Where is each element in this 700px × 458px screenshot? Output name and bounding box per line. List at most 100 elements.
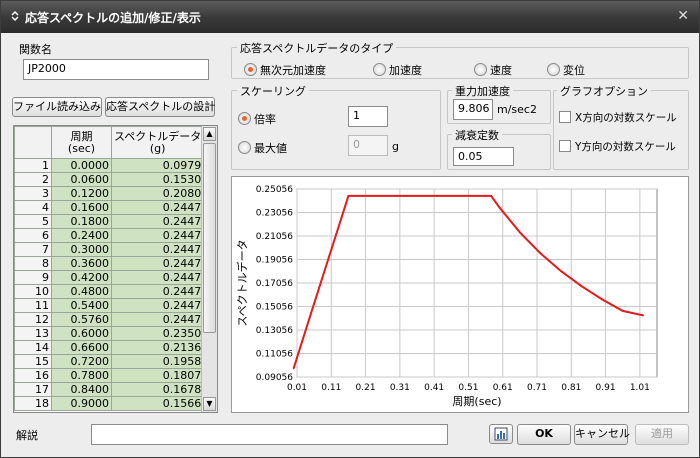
spectrum-cell[interactable]: 0.2447 bbox=[110, 214, 205, 229]
spectrum-cell[interactable]: 0.2350 bbox=[110, 326, 205, 341]
row-index-cell: 1 bbox=[14, 158, 52, 173]
period-cell[interactable]: 0.4200 bbox=[51, 270, 112, 285]
period-cell[interactable]: 0.3600 bbox=[51, 256, 112, 271]
table-row[interactable]: 7 0.3000 0.2447 bbox=[14, 242, 205, 257]
spectrum-type-radio-1[interactable] bbox=[373, 63, 386, 76]
dialog-window: 応答スペクトルの追加/修正/表示 ✕ 関数名 JP2000 ファイル読み込み 応… bbox=[0, 0, 700, 458]
function-name-label: 関数名 bbox=[19, 43, 52, 56]
x-tick-label: 0.11 bbox=[321, 383, 341, 393]
table-row[interactable]: 10 0.4800 0.2447 bbox=[14, 284, 205, 299]
table-row[interactable]: 12 0.5760 0.2447 bbox=[14, 312, 205, 327]
spectrum-table[interactable]: 周期 (sec) スペクトルデータ (g) 1 0.0000 0.0979 2 0.06… bbox=[13, 125, 218, 413]
table-row[interactable]: 11 0.5400 0.2447 bbox=[14, 298, 205, 313]
spectrum-cell[interactable]: 0.2447 bbox=[110, 256, 205, 271]
table-row[interactable]: 6 0.2400 0.2447 bbox=[14, 228, 205, 243]
ok-button[interactable]: OK bbox=[517, 424, 571, 445]
scroll-down-icon[interactable]: ▼ bbox=[203, 397, 216, 411]
period-cell[interactable]: 0.4800 bbox=[51, 284, 112, 299]
period-cell[interactable]: 0.9000 bbox=[51, 396, 112, 411]
table-row[interactable]: 9 0.4200 0.2447 bbox=[14, 270, 205, 285]
spectrum-cell[interactable]: 0.2447 bbox=[110, 228, 205, 243]
data-point bbox=[560, 270, 562, 272]
spectrum-cell[interactable]: 0.2447 bbox=[110, 270, 205, 285]
spectrum-cell[interactable]: 0.2447 bbox=[110, 200, 205, 215]
close-icon[interactable]: ✕ bbox=[677, 8, 689, 24]
row-index-cell: 13 bbox=[14, 326, 52, 341]
period-cell[interactable]: 0.1200 bbox=[51, 186, 112, 201]
spectrum-cell[interactable]: 0.1807 bbox=[110, 368, 205, 383]
spectrum-cell[interactable]: 0.2447 bbox=[110, 298, 205, 313]
table-row[interactable]: 18 0.9000 0.1566 bbox=[14, 396, 205, 411]
description-input[interactable] bbox=[91, 424, 448, 445]
factor-input[interactable]: 1 bbox=[348, 106, 388, 127]
data-point bbox=[621, 310, 624, 312]
factor-radio[interactable] bbox=[238, 112, 251, 125]
table-row[interactable]: 3 0.1200 0.2080 bbox=[14, 186, 205, 201]
period-cell[interactable]: 0.8400 bbox=[51, 382, 112, 397]
period-cell[interactable]: 0.7200 bbox=[51, 354, 112, 369]
table-row[interactable]: 16 0.7800 0.1807 bbox=[14, 368, 205, 383]
spectrum-type-radio-0[interactable] bbox=[244, 63, 257, 76]
period-cell[interactable]: 0.1600 bbox=[51, 200, 112, 215]
period-cell[interactable]: 0.6000 bbox=[51, 326, 112, 341]
table-row[interactable]: 5 0.1800 0.2447 bbox=[14, 214, 205, 229]
x-log-checkbox[interactable] bbox=[559, 111, 571, 123]
max-value-radio[interactable] bbox=[238, 141, 251, 154]
x-log-label: X方向の対数スケール bbox=[575, 112, 677, 124]
row-index-cell: 3 bbox=[14, 186, 52, 201]
table-row[interactable]: 2 0.0600 0.1530 bbox=[14, 172, 205, 187]
spectrum-cell[interactable]: 0.1678 bbox=[110, 382, 205, 397]
table-row[interactable]: 15 0.7200 0.1958 bbox=[14, 354, 205, 369]
period-cell[interactable]: 0.5400 bbox=[51, 298, 112, 313]
data-point bbox=[333, 238, 336, 240]
spectrum-type-radio-2[interactable] bbox=[474, 63, 487, 76]
spectrum-cell[interactable]: 0.1958 bbox=[110, 354, 205, 369]
table-row[interactable]: 14 0.6600 0.2136 bbox=[14, 340, 205, 355]
chart-icon-button[interactable] bbox=[489, 424, 513, 444]
spectrum-cell[interactable]: 0.2447 bbox=[110, 284, 205, 299]
spectrum-cell[interactable]: 0.2136 bbox=[110, 340, 205, 355]
spectrum-cell[interactable]: 0.0979 bbox=[110, 158, 205, 173]
spectrum-cell[interactable]: 0.2447 bbox=[110, 242, 205, 257]
period-cell[interactable]: 0.1800 bbox=[51, 214, 112, 229]
cancel-button[interactable]: キャンセル bbox=[574, 424, 630, 445]
table-row[interactable]: 1 0.0000 0.0979 bbox=[14, 158, 205, 173]
y-log-checkbox[interactable] bbox=[559, 140, 571, 152]
spectrum-type-radio-3[interactable] bbox=[547, 63, 560, 76]
period-cell[interactable]: 0.5760 bbox=[51, 312, 112, 327]
damping-input[interactable]: 0.05 bbox=[453, 147, 514, 166]
y-tick-label: 0.09056 bbox=[256, 373, 293, 383]
spectrum-cell[interactable]: 0.1566 bbox=[110, 396, 205, 411]
function-name-input[interactable]: JP2000 bbox=[23, 59, 209, 80]
gravity-title: 重力加速度 bbox=[452, 83, 513, 99]
period-cell[interactable]: 0.6600 bbox=[51, 340, 112, 355]
spectrum-cell[interactable]: 0.2447 bbox=[110, 312, 205, 327]
scroll-thumb[interactable] bbox=[203, 143, 216, 333]
gravity-input[interactable]: 9.806 bbox=[453, 99, 493, 120]
table-row[interactable]: 13 0.6000 0.2350 bbox=[14, 326, 205, 341]
load-file-button[interactable]: ファイル読み込み bbox=[12, 97, 102, 117]
spectrum-cell[interactable]: 0.1530 bbox=[110, 172, 205, 187]
period-cell[interactable]: 0.0000 bbox=[51, 158, 112, 173]
period-cell[interactable]: 0.2400 bbox=[51, 228, 112, 243]
x-tick-label: 1.01 bbox=[630, 383, 650, 393]
scroll-up-icon[interactable]: ▲ bbox=[203, 127, 216, 141]
spectrum-cell[interactable]: 0.2080 bbox=[110, 186, 205, 201]
table-row[interactable]: 8 0.3600 0.2447 bbox=[14, 256, 205, 271]
period-cell[interactable]: 0.3000 bbox=[51, 242, 112, 257]
row-index-cell: 11 bbox=[14, 298, 52, 313]
table-row[interactable]: 17 0.8400 0.1678 bbox=[14, 382, 205, 397]
col-period-header: 周期 (sec) bbox=[51, 126, 112, 159]
design-spectrum-button[interactable]: 応答スペクトルの設計 bbox=[105, 97, 215, 117]
period-cell[interactable]: 0.7800 bbox=[51, 368, 112, 383]
gravity-unit: m/sec2 bbox=[497, 103, 537, 116]
graph-options-group bbox=[553, 90, 689, 170]
table-row[interactable]: 4 0.1600 0.2447 bbox=[14, 200, 205, 215]
max-value-input[interactable]: 0 bbox=[348, 135, 388, 156]
x-axis-label: 周期(sec) bbox=[452, 395, 501, 408]
period-cell[interactable]: 0.0600 bbox=[51, 172, 112, 187]
data-point bbox=[457, 195, 459, 197]
data-point bbox=[436, 195, 439, 197]
apply-button[interactable]: 適用 bbox=[635, 424, 689, 445]
table-scrollbar[interactable]: ▲ ▼ bbox=[201, 126, 217, 412]
